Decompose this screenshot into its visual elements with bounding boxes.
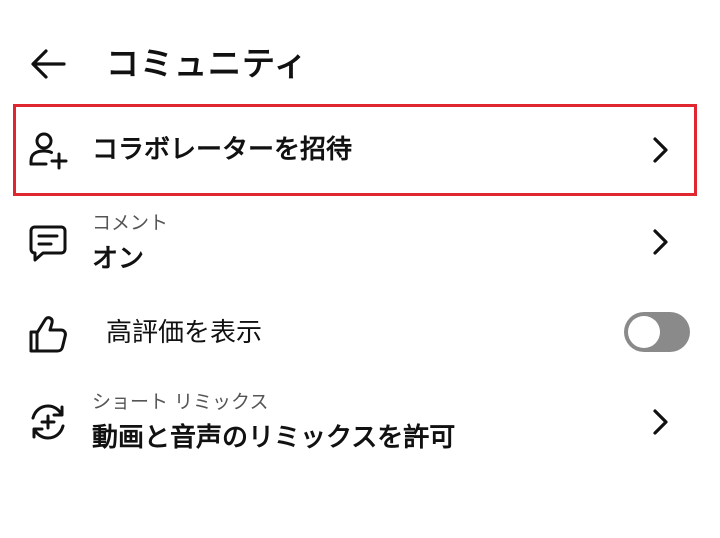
comments-row[interactable]: コメント オン <box>0 200 720 290</box>
chevron-right-icon <box>644 222 676 262</box>
arrow-left-icon <box>31 49 66 79</box>
highlight-box <box>13 104 697 196</box>
show-likes-label: 高評価を表示 <box>106 318 263 348</box>
remix-value: 動画と音声のリミックスを許可 <box>92 423 456 453</box>
header: コミュニティ <box>0 0 720 120</box>
thumbs-up-icon <box>24 310 72 358</box>
show-likes-toggle[interactable] <box>624 312 690 352</box>
page-title: コミュニティ <box>106 44 309 83</box>
comments-caption: コメント <box>92 212 169 234</box>
comments-value: オン <box>92 244 145 274</box>
show-likes-row: 高評価を表示 <box>0 292 720 376</box>
toggle-knob <box>628 316 660 348</box>
comment-icon <box>24 219 72 267</box>
chevron-right-icon <box>644 402 676 442</box>
remix-caption: ショート リミックス <box>92 391 269 413</box>
remix-icon <box>24 398 72 446</box>
back-button[interactable] <box>22 40 74 88</box>
remix-row[interactable]: ショート リミックス 動画と音声のリミックスを許可 <box>0 380 720 470</box>
